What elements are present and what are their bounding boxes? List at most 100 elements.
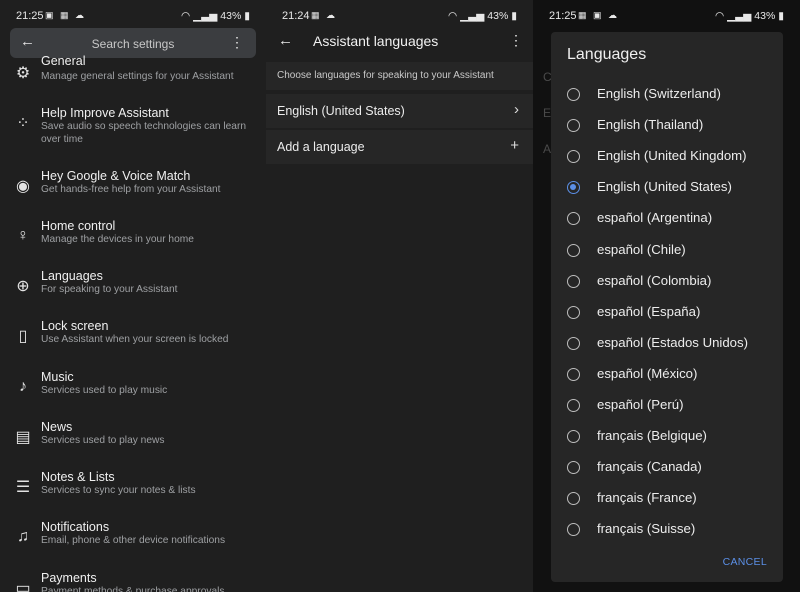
settings-item[interactable]: ▭ Payments Payment methods & purchase appr…: [0, 571, 266, 592]
settings-item[interactable]: ⁘ Help Improve Assistant Save audio so spe…: [0, 106, 266, 156]
language-option[interactable]: español (Colombia): [551, 271, 783, 302]
status-right: ◠ ▁▃▅ 43% ▮: [448, 10, 517, 22]
settings-item-title: Help Improve Assistant: [41, 106, 169, 120]
language-option[interactable]: español (Argentina): [551, 208, 783, 239]
language-option-label: English (Switzerland): [597, 86, 721, 101]
radio-unchecked-icon[interactable]: [567, 367, 580, 381]
lightbulb-icon: ♀: [17, 227, 29, 244]
voice-match-icon: ◉: [16, 178, 30, 195]
list-icon: ☰: [15, 479, 31, 496]
dots-icon: ⁘: [16, 115, 30, 132]
language-option-label: English (United States): [597, 179, 732, 195]
search-placeholder[interactable]: Search settings: [10, 37, 256, 51]
radio-unchecked-icon[interactable]: [567, 492, 580, 506]
background-letter: A: [543, 142, 552, 156]
radio-unchecked-icon[interactable]: [567, 430, 580, 444]
battery-icon: ▮: [244, 10, 250, 22]
signal-icon: ▁▃▅: [460, 10, 485, 22]
more-vert-icon[interactable]: ⋮: [230, 34, 244, 51]
status-time: 21:24: [282, 10, 310, 22]
news-icon: ▤: [15, 429, 31, 446]
language-option[interactable]: español (España): [551, 302, 783, 333]
settings-item[interactable]: ▤ News Services used to play news: [0, 420, 266, 470]
languages-dialog: Languages English (Switzerland) English (…: [551, 32, 783, 582]
language-option[interactable]: English (Switzerland): [551, 84, 783, 115]
language-option[interactable]: español (México): [551, 364, 783, 395]
radio-unchecked-icon[interactable]: [567, 212, 580, 226]
settings-item-subtitle: Services to sync your notes & lists: [41, 485, 196, 496]
globe-icon: ⊕: [16, 278, 30, 295]
status-notification-icons: ▦ ☁: [311, 10, 338, 20]
language-option-label: español (Chile): [597, 241, 686, 257]
radio-unchecked-icon[interactable]: [567, 336, 580, 350]
lock-screen-icon: ▯: [18, 328, 28, 345]
settings-item-subtitle: Manage the devices in your home: [41, 234, 194, 245]
radio-unchecked-icon[interactable]: [567, 305, 580, 319]
settings-item-title: General: [41, 54, 86, 68]
radio-unchecked-icon[interactable]: [567, 88, 580, 101]
more-vert-icon[interactable]: ⋮: [509, 32, 523, 49]
language-option[interactable]: English (Thailand): [551, 115, 783, 146]
language-option-label: français (Canada): [597, 459, 702, 475]
chevron-right-icon: ›: [514, 101, 519, 118]
settings-item[interactable]: ⊕ Languages For speaking to your Assistant: [0, 269, 266, 319]
radio-unchecked-icon[interactable]: [567, 274, 580, 288]
page-title: Assistant languages: [313, 33, 439, 49]
languages-info: Choose languages for speaking to your As…: [266, 62, 533, 90]
settings-item-title: Notifications: [41, 520, 110, 534]
radio-checked-icon[interactable]: [567, 181, 580, 195]
settings-item[interactable]: ☰ Notes & Lists Services to sync your note…: [0, 470, 266, 520]
info-text: Choose languages for speaking to your As…: [277, 70, 494, 81]
settings-item[interactable]: ◉ Hey Google & Voice Match Get hands-free …: [0, 169, 266, 219]
battery-icon: ▮: [511, 10, 517, 22]
radio-unchecked-icon[interactable]: [567, 150, 580, 164]
language-option[interactable]: español (Chile): [551, 240, 783, 271]
settings-item-title: News: [41, 420, 73, 434]
language-option-label: español (Colombia): [597, 272, 712, 288]
language-option[interactable]: español (Estados Unidos): [551, 333, 783, 364]
radio-unchecked-icon[interactable]: [567, 461, 580, 475]
language-label: English (United States): [277, 104, 405, 118]
radio-unchecked-icon[interactable]: [567, 399, 580, 412]
battery-level: 43%: [487, 10, 509, 22]
card-icon: ▭: [15, 580, 31, 592]
language-option[interactable]: français (Suisse): [551, 519, 783, 550]
status-time: 21:25: [16, 10, 44, 22]
status-time: 21:25: [549, 10, 577, 22]
radio-unchecked-icon[interactable]: [567, 119, 580, 133]
cancel-button[interactable]: CANCEL: [723, 556, 767, 568]
back-arrow-icon[interactable]: ←: [278, 32, 293, 49]
language-option-label: français (France): [597, 490, 697, 506]
language-option[interactable]: français (France): [551, 488, 783, 519]
settings-item[interactable]: ♀ Home control Manage the devices in your …: [0, 219, 266, 269]
add-language-row[interactable]: Add a language +: [266, 130, 533, 164]
settings-item[interactable]: ♫ Notifications Email, phone & other devic…: [0, 520, 266, 570]
settings-item-subtitle: Use Assistant when your screen is locked: [41, 334, 229, 345]
add-language-label: Add a language: [277, 140, 365, 154]
status-bar: 21:24 ▦ ☁ ◠ ▁▃▅ 43% ▮: [266, 0, 533, 30]
language-option[interactable]: español (Perú): [551, 395, 783, 426]
app-bar: ← Assistant languages ⋮: [266, 30, 533, 56]
settings-item[interactable]: ▯ Lock screen Use Assistant when your scre…: [0, 319, 266, 369]
radio-unchecked-icon[interactable]: [567, 523, 580, 537]
wifi-icon: ◠: [448, 10, 458, 22]
settings-item-subtitle: Payment methods & purchase approvals: [41, 586, 225, 592]
language-option-label: español (Estados Unidos): [597, 334, 749, 350]
language-option-label: español (Perú): [597, 397, 684, 412]
signal-icon: ▁▃▅: [193, 10, 218, 22]
settings-item-title: Lock screen: [41, 319, 109, 333]
language-option[interactable]: français (Canada): [551, 457, 783, 488]
settings-item-subtitle: Email, phone & other device notification…: [41, 535, 226, 546]
language-row[interactable]: English (United States) ›: [266, 94, 533, 128]
language-option[interactable]: English (United Kingdom): [551, 146, 783, 177]
language-option-label: English (United Kingdom): [597, 148, 747, 164]
wifi-icon: ◠: [715, 10, 725, 22]
language-option[interactable]: français (Belgique): [551, 426, 783, 457]
language-option[interactable]: English (United States): [551, 177, 783, 208]
signal-icon: ▁▃▅: [727, 10, 752, 22]
settings-item[interactable]: ⚙ General Manage general settings for your…: [0, 54, 266, 106]
settings-item-title: Notes & Lists: [41, 470, 115, 484]
radio-unchecked-icon[interactable]: [567, 243, 580, 257]
settings-item-subtitle: Get hands-free help from your Assistant: [41, 184, 221, 195]
settings-item[interactable]: ♪ Music Services used to play music: [0, 370, 266, 420]
